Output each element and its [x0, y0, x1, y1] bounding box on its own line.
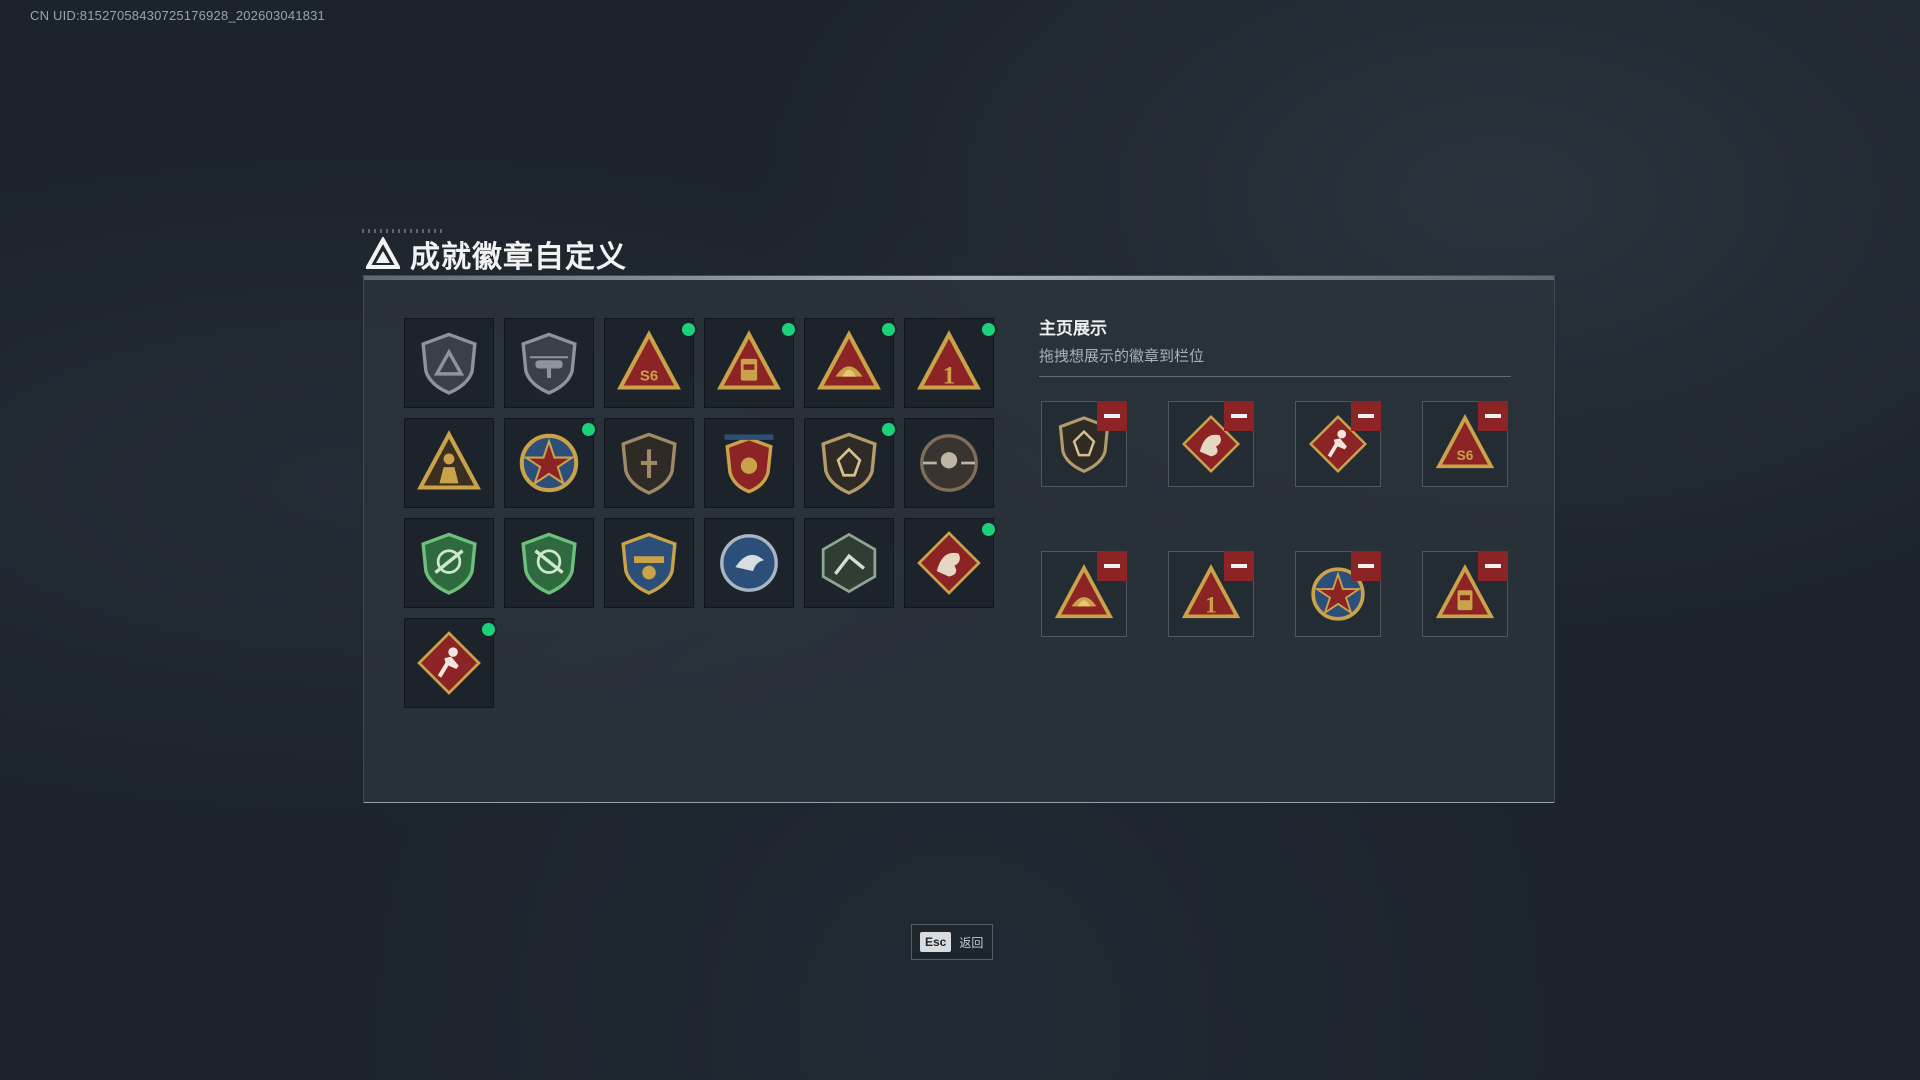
showcase-slot[interactable]: 1: [1168, 551, 1254, 637]
badge-slot[interactable]: [404, 618, 495, 708]
svg-text:1: 1: [943, 360, 956, 389]
lotus-triangle-icon: [817, 330, 881, 390]
remove-badge-button[interactable]: [1224, 551, 1254, 581]
badge-grid: S6 1: [404, 318, 995, 708]
badge-slot[interactable]: [904, 518, 995, 608]
minus-icon: [1358, 414, 1374, 418]
new-indicator-dot: [782, 323, 795, 336]
remove-badge-button[interactable]: [1224, 401, 1254, 431]
minus-icon: [1104, 414, 1120, 418]
badge-slot[interactable]: [504, 318, 594, 408]
gray-delta-shield-icon: [421, 332, 477, 395]
bronze-shield-icon: [621, 432, 677, 495]
new-indicator-dot: [882, 423, 895, 436]
page-title: 成就徽章自定义: [410, 241, 627, 274]
badge-slot[interactable]: [404, 518, 494, 608]
remove-badge-button[interactable]: [1097, 401, 1127, 431]
winged-shield-icon: [724, 434, 774, 494]
backpack-triangle-icon: [717, 330, 781, 390]
badge-slot[interactable]: [804, 418, 895, 508]
s6-triangle-icon: S6: [617, 330, 681, 390]
badge-slot[interactable]: [604, 418, 694, 508]
delta-logo-icon: [366, 237, 400, 269]
svg-text:S6: S6: [1457, 448, 1474, 463]
badge-slot[interactable]: [504, 418, 595, 508]
new-indicator-dot: [982, 323, 995, 336]
minus-icon: [1485, 414, 1501, 418]
showcase-slot[interactable]: [1041, 551, 1127, 637]
badge-slot[interactable]: 1: [904, 318, 995, 408]
badge-slot[interactable]: [504, 518, 594, 608]
remove-badge-button[interactable]: [1478, 401, 1508, 431]
minus-icon: [1231, 564, 1247, 568]
new-indicator-dot: [482, 623, 495, 636]
new-indicator-dot: [882, 323, 895, 336]
showcase-slot[interactable]: [1422, 551, 1508, 637]
panel-bottom-border: [364, 802, 1554, 803]
badge-slot[interactable]: [704, 418, 794, 508]
badge-slot[interactable]: [704, 318, 795, 408]
panel-top-border: [364, 276, 1554, 280]
crystal-shield-icon: [821, 432, 877, 495]
svg-text:1: 1: [1205, 593, 1217, 619]
new-indicator-dot: [582, 423, 595, 436]
showcase-slot[interactable]: [1295, 401, 1381, 487]
new-indicator-dot: [682, 323, 695, 336]
green-rifle-shield-alt-icon: [521, 532, 577, 595]
showcase-divider: [1039, 376, 1511, 377]
minus-icon: [1231, 414, 1247, 418]
badge-slot[interactable]: [404, 418, 494, 508]
new-indicator-dot: [982, 523, 995, 536]
back-label: 返回: [959, 935, 984, 950]
eagle-circle-icon: [720, 534, 778, 592]
gray-helicopter-shield-icon: [521, 332, 577, 395]
minus-icon: [1485, 564, 1501, 568]
back-button[interactable]: Esc 返回: [911, 924, 993, 960]
remove-badge-button[interactable]: [1351, 401, 1381, 431]
showcase-slot-grid: S6 1: [1041, 401, 1508, 637]
showcase-title: 主页展示: [1039, 319, 1107, 338]
badge-slot[interactable]: [704, 518, 794, 608]
uid-label: CN UID:815270584307251769​28_20260304183…: [30, 8, 325, 23]
showcase-slot[interactable]: [1041, 401, 1127, 487]
title-bar: 成就徽章自定义: [366, 232, 627, 276]
mantis-hexagon-icon: [821, 532, 877, 594]
soldier-triangle-icon: [417, 430, 481, 490]
homepage-showcase: 主页展示 拖拽想展示的徽章到栏位 S6 1: [1039, 314, 1511, 637]
badge-slot[interactable]: S6: [604, 318, 695, 408]
remove-badge-button[interactable]: [1478, 551, 1508, 581]
minus-icon: [1104, 564, 1120, 568]
dragon-diamond-icon: [917, 531, 981, 595]
badge-panel: S6 1 主页展示 拖拽想展示的徽章到栏位 S6 1: [363, 275, 1555, 803]
badge-slot[interactable]: [604, 518, 694, 608]
showcase-slot[interactable]: [1295, 551, 1381, 637]
badge-slot[interactable]: [804, 518, 894, 608]
skull-target-icon: [920, 434, 978, 492]
esc-key-icon: Esc: [920, 932, 952, 952]
minus-icon: [1358, 564, 1374, 568]
showcase-slot[interactable]: S6: [1422, 401, 1508, 487]
runner-diamond-icon: [417, 631, 481, 695]
remove-badge-button[interactable]: [1097, 551, 1127, 581]
remove-badge-button[interactable]: [1351, 551, 1381, 581]
badge-slot[interactable]: [904, 418, 994, 508]
svg-text:S6: S6: [640, 368, 658, 385]
showcase-subtitle: 拖拽想展示的徽章到栏位: [1039, 348, 1205, 365]
showcase-slot[interactable]: [1168, 401, 1254, 487]
badge-slot[interactable]: [804, 318, 895, 408]
gold-blue-crest-icon: [621, 532, 677, 595]
star-medal-icon: [519, 433, 579, 493]
green-rifle-shield-icon: [421, 532, 477, 595]
badge-slot[interactable]: [404, 318, 494, 408]
number-one-triangle-icon: 1: [917, 330, 981, 390]
